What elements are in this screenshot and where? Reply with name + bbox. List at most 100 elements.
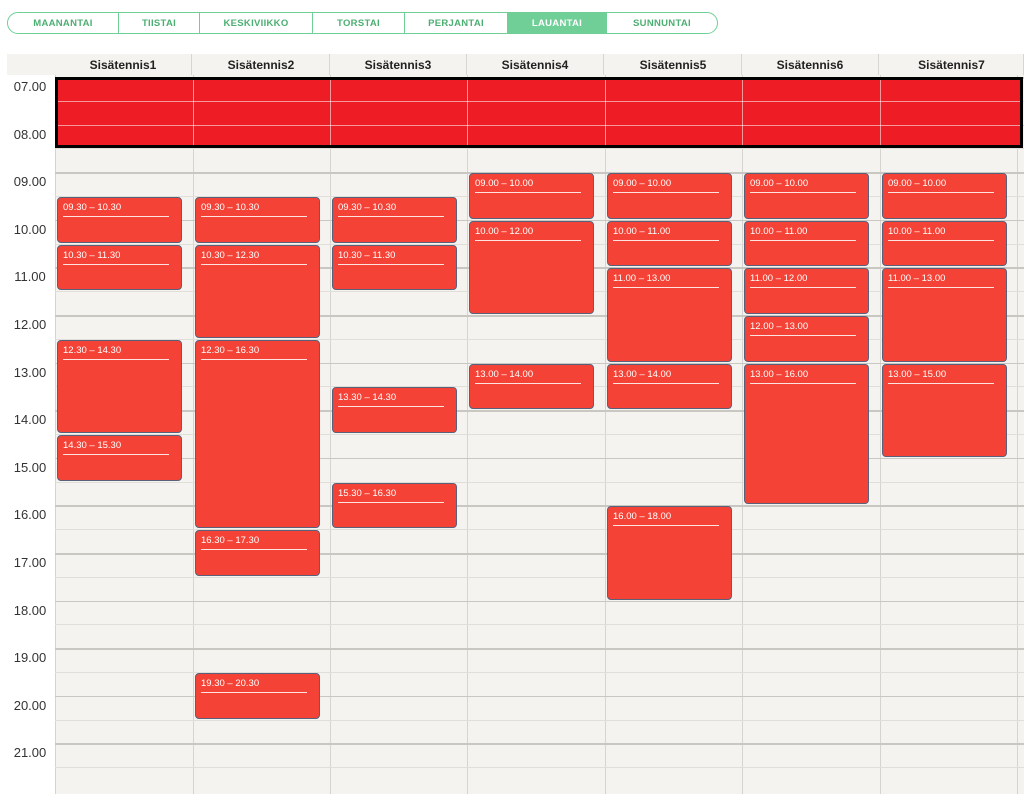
booking-block[interactable]: 11.00 – 12.00: [744, 268, 869, 314]
booking-block[interactable]: 16.00 – 18.00: [607, 506, 732, 600]
booking-underline: [63, 216, 169, 217]
booking-block[interactable]: 12.30 – 16.30: [195, 339, 320, 529]
time-label: 12.00: [13, 317, 47, 332]
booking-time-label: 09.30 – 10.30: [63, 202, 122, 213]
blocked-grid-line: [58, 124, 1020, 126]
booking-block[interactable]: 10.00 – 11.00: [882, 220, 1007, 267]
blocked-grid-line: [467, 80, 468, 146]
booking-underline: [613, 382, 719, 384]
booking-block[interactable]: 15.30 – 16.30: [332, 482, 457, 529]
booking-block[interactable]: 13.00 – 14.00: [469, 363, 594, 410]
court-header: Sisätennis5: [605, 54, 742, 75]
booking-block[interactable]: 10.30 – 11.30: [332, 244, 457, 291]
schedule-grid: Sisätennis1 Sisätennis2 Sisätennis3 Sisäten…: [7, 54, 1024, 794]
booking-time-label: 10.30 – 11.30: [63, 249, 121, 261]
time-label: 17.00: [13, 555, 47, 570]
booking-time-label: 10.00 – 11.00: [613, 225, 671, 237]
booking-underline: [750, 382, 856, 384]
booking-block[interactable]: 11.00 – 13.00: [882, 268, 1007, 362]
time-label: 15.00: [13, 459, 47, 475]
booking-block[interactable]: 13.00 – 14.00: [607, 363, 732, 410]
booking-block[interactable]: 10.30 – 12.30: [195, 244, 320, 338]
half-hour-line: [55, 624, 1024, 626]
tab-tiistai[interactable]: TIISTAI: [119, 13, 200, 33]
court-header: Sisätennis6: [742, 54, 879, 75]
booking-block[interactable]: 19.30 – 20.30: [195, 673, 320, 719]
booking-time-label: 11.00 – 13.00: [613, 273, 671, 285]
booking-time-label: 10.30 – 11.30: [338, 249, 396, 261]
booking-underline: [750, 192, 856, 194]
half-hour-line: [55, 576, 1024, 578]
booking-underline: [613, 287, 719, 289]
tab-keskiviikko[interactable]: KESKIVIIKKO: [200, 13, 313, 33]
tab-lauantai[interactable]: LAUANTAI: [508, 13, 607, 33]
booking-underline: [201, 263, 307, 265]
booking-time-label: 13.00 – 14.00: [613, 368, 672, 380]
booking-underline: [888, 192, 994, 194]
booking-time-label: 13.00 – 14.00: [475, 368, 534, 380]
booking-underline: [338, 263, 444, 265]
booking-block[interactable]: 10.00 – 11.00: [607, 220, 732, 267]
booking-block[interactable]: 13.00 – 15.00: [882, 363, 1007, 457]
booking-underline: [63, 358, 169, 360]
tab-maanantai[interactable]: MAANANTAI: [8, 13, 119, 33]
booking-block[interactable]: 16.30 – 17.30: [195, 530, 320, 576]
booking-block[interactable]: 13.30 – 14.30: [332, 387, 457, 433]
time-label: 10.00: [13, 221, 47, 237]
booking-time-label: 13.00 – 16.00: [750, 368, 809, 380]
time-label: 07.00: [13, 79, 47, 94]
time-label: 18.00: [13, 602, 47, 618]
court-header: Sisätennis7: [880, 54, 1024, 75]
tab-torstai[interactable]: TORSTAI: [313, 13, 405, 33]
booking-time-label: 11.00 – 13.00: [888, 273, 946, 285]
booking-time-label: 15.30 – 16.30: [338, 487, 397, 499]
booking-underline: [613, 192, 719, 194]
day-tabs: MAANANTAI TIISTAI KESKIVIIKKO TORSTAI PERJAN…: [7, 12, 718, 34]
booking-time-label: 16.00 – 18.00: [613, 511, 672, 523]
hour-line: [55, 743, 1024, 745]
booking-time-label: 09.00 – 10.00: [888, 178, 947, 190]
booking-time-label: 10.00 – 11.00: [888, 225, 946, 237]
booking-time-label: 09.00 – 10.00: [750, 178, 809, 190]
booking-block[interactable]: 09.30 – 10.30: [195, 197, 320, 243]
blocked-grid-line: [605, 80, 606, 146]
booking-block[interactable]: 14.30 – 15.30: [57, 435, 182, 481]
half-hour-line: [55, 148, 1024, 150]
booking-block[interactable]: 09.00 – 10.00: [607, 173, 732, 219]
booking-block[interactable]: 09.00 – 10.00: [882, 173, 1007, 219]
time-label: 08.00: [13, 126, 47, 142]
hour-line: [55, 648, 1024, 650]
booking-time-label: 16.30 – 17.30: [201, 535, 260, 547]
booking-underline: [201, 549, 307, 551]
booking-underline: [888, 239, 994, 241]
booking-underline: [750, 239, 856, 241]
time-label: 14.00: [13, 412, 47, 428]
booking-block[interactable]: 10.00 – 11.00: [744, 220, 869, 267]
court-header: Sisätennis4: [467, 54, 604, 75]
blocked-grid-line: [742, 80, 743, 146]
court-header: Sisätennis2: [193, 54, 330, 75]
booking-underline: [613, 239, 719, 241]
booking-underline: [475, 382, 581, 384]
booking-block[interactable]: 09.00 – 10.00: [469, 173, 594, 219]
booking-block[interactable]: 10.30 – 11.30: [57, 244, 182, 291]
booking-underline: [475, 239, 581, 241]
booking-block[interactable]: 09.00 – 10.00: [744, 173, 869, 219]
tab-sunnuntai[interactable]: SUNNUNTAI: [607, 13, 717, 33]
booking-time-label: 10.00 – 11.00: [750, 225, 808, 237]
booking-time-label: 11.00 – 12.00: [750, 273, 808, 285]
booking-block[interactable]: 09.30 – 10.30: [332, 197, 457, 243]
booking-block[interactable]: 13.00 – 16.00: [744, 363, 869, 505]
booking-underline: [338, 501, 444, 503]
tab-perjantai[interactable]: PERJANTAI: [405, 13, 508, 33]
booking-block[interactable]: 10.00 – 12.00: [469, 220, 594, 314]
booking-block[interactable]: 12.30 – 14.30: [57, 339, 182, 433]
half-hour-line: [55, 719, 1024, 721]
booking-block[interactable]: 09.30 – 10.30: [57, 197, 182, 243]
booking-block[interactable]: 11.00 – 13.00: [607, 268, 732, 362]
time-label: 13.00: [13, 364, 47, 380]
booking-time-label: 09.00 – 10.00: [613, 178, 672, 190]
time-label: 11.00: [14, 269, 46, 285]
booking-block[interactable]: 12.00 – 13.00: [744, 316, 869, 362]
time-label: 21.00: [13, 745, 47, 761]
